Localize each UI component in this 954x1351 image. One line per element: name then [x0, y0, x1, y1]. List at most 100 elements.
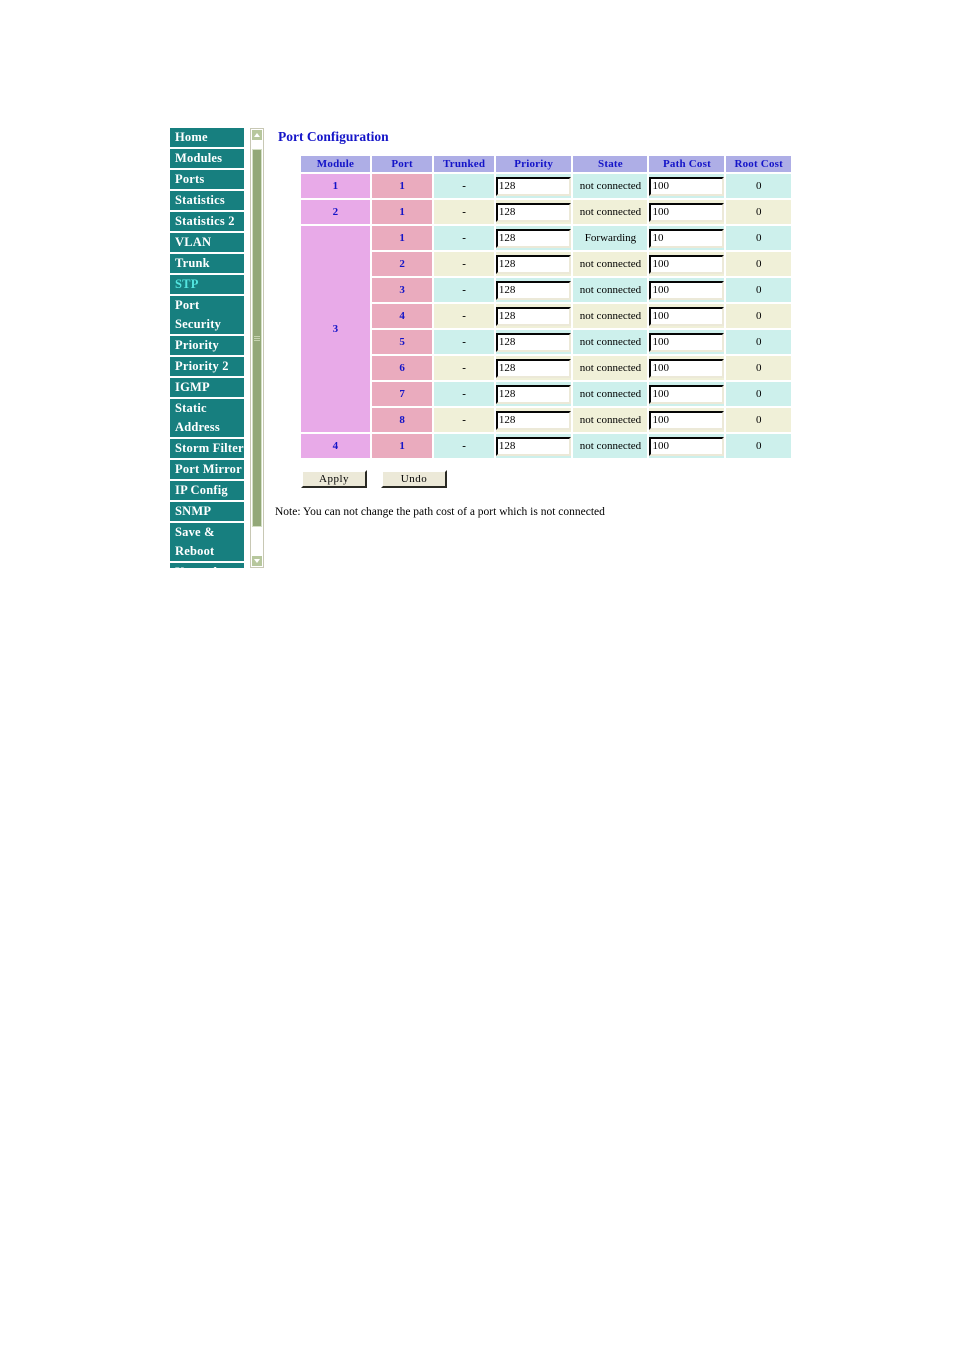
cell-port: 8	[371, 408, 433, 432]
path-cost-input[interactable]	[649, 176, 725, 196]
apply-button[interactable]: Apply	[301, 470, 367, 488]
priority-input[interactable]	[495, 254, 572, 274]
column-header-priority: Priority	[495, 156, 572, 172]
priority-input[interactable]	[495, 306, 572, 326]
sidebar: Home Modules Ports Statistics Statistics 2 VL…	[170, 128, 256, 568]
cell-root-cost: 0	[726, 200, 791, 224]
sidebar-item-save-reboot[interactable]: Save & Reboot	[170, 523, 244, 563]
cell-state: not connected	[573, 434, 648, 458]
undo-button[interactable]: Undo	[381, 470, 447, 488]
cell-port: 5	[371, 330, 433, 354]
cell-state: not connected	[573, 382, 648, 406]
sidebar-item-storm-filter[interactable]: Storm Filter	[170, 439, 244, 460]
cell-root-cost: 0	[726, 330, 791, 354]
cell-priority	[495, 200, 572, 224]
column-header-root-cost: Root Cost	[726, 156, 791, 172]
cell-path-cost	[649, 408, 725, 432]
sidebar-item-snmp[interactable]: SNMP	[170, 502, 244, 523]
sidebar-item-statistics-2[interactable]: Statistics 2	[170, 212, 244, 233]
cell-state: Forwarding	[573, 226, 648, 250]
sidebar-item-modules[interactable]: Modules	[170, 149, 244, 170]
sidebar-scrollbar[interactable]	[250, 128, 264, 568]
cell-port: 7	[371, 382, 433, 406]
cell-port: 4	[371, 304, 433, 328]
priority-input[interactable]	[495, 332, 572, 352]
cell-port: 1	[371, 174, 433, 198]
sidebar-item-static-address[interactable]: Static Address	[170, 399, 244, 439]
cell-priority	[495, 382, 572, 406]
column-header-module: Module	[301, 156, 370, 172]
table-row: 41- not connected 0	[301, 434, 791, 458]
sidebar-item-trunk[interactable]: Trunk	[170, 254, 244, 275]
cell-state: not connected	[573, 200, 648, 224]
page-title: Port Configuration	[278, 129, 389, 144]
sidebar-item-priority[interactable]: Priority	[170, 336, 244, 357]
cell-state: not connected	[573, 278, 648, 302]
cell-trunked: -	[434, 200, 494, 224]
sidebar-item-ports[interactable]: Ports	[170, 170, 244, 191]
cell-path-cost	[649, 382, 725, 406]
sidebar-item-home[interactable]: Home	[170, 128, 244, 149]
table-row: 11-not connected0	[301, 174, 791, 198]
sidebar-item-vlan[interactable]: VLAN	[170, 233, 244, 254]
priority-input[interactable]	[495, 228, 572, 248]
table-header-row: Module Port Trunked Priority State Path Cost R…	[301, 156, 791, 172]
priority-input[interactable]	[495, 202, 572, 222]
cell-trunked: -	[434, 356, 494, 380]
cell-state: not connected	[573, 408, 648, 432]
priority-input[interactable]	[495, 384, 572, 404]
table-row: 3- not connected 0	[301, 278, 791, 302]
path-cost-input[interactable]	[649, 410, 725, 430]
path-cost-input[interactable]	[649, 332, 725, 352]
path-cost-input[interactable]	[649, 280, 725, 300]
table-row: 2- not connected 0	[301, 252, 791, 276]
table-row: 6- not connected 0	[301, 356, 791, 380]
priority-input[interactable]	[495, 358, 572, 378]
cell-path-cost	[649, 252, 725, 276]
cell-root-cost: 0	[726, 382, 791, 406]
cell-port: 1	[371, 226, 433, 250]
scrollbar-down-button[interactable]	[251, 555, 263, 567]
cell-path-cost	[649, 330, 725, 354]
cell-trunked: -	[434, 408, 494, 432]
cell-port: 2	[371, 252, 433, 276]
cell-trunked: -	[434, 252, 494, 276]
cell-trunked: -	[434, 226, 494, 250]
cell-port: 3	[371, 278, 433, 302]
scrollbar-thumb[interactable]	[252, 149, 262, 527]
cell-module: 3	[301, 226, 370, 432]
scrollbar-up-button[interactable]	[251, 129, 263, 141]
sidebar-item-upgrade[interactable]: Upgrade	[170, 563, 244, 568]
table-row: 8- not connected 0	[301, 408, 791, 432]
sidebar-item-ip-config[interactable]: IP Config	[170, 481, 244, 502]
path-cost-input[interactable]	[649, 384, 725, 404]
path-cost-input[interactable]	[649, 436, 725, 456]
path-cost-input[interactable]	[649, 228, 725, 248]
priority-input[interactable]	[495, 280, 572, 300]
priority-input[interactable]	[495, 436, 572, 456]
sidebar-item-igmp[interactable]: IGMP	[170, 378, 244, 399]
path-cost-input[interactable]	[649, 306, 725, 326]
sidebar-nav-list: Home Modules Ports Statistics Statistics 2 VL…	[170, 128, 244, 568]
path-cost-input[interactable]	[649, 202, 725, 222]
chevron-down-icon	[254, 559, 260, 563]
cell-path-cost	[649, 278, 725, 302]
cell-root-cost: 0	[726, 408, 791, 432]
priority-input[interactable]	[495, 410, 572, 430]
sidebar-item-priority-2[interactable]: Priority 2	[170, 357, 244, 378]
sidebar-item-statistics[interactable]: Statistics	[170, 191, 244, 212]
cell-root-cost: 0	[726, 252, 791, 276]
cell-path-cost	[649, 226, 725, 250]
sidebar-item-stp[interactable]: STP	[170, 275, 244, 296]
cell-priority	[495, 408, 572, 432]
cell-trunked: -	[434, 304, 494, 328]
path-cost-input[interactable]	[649, 358, 725, 378]
table-row: 7- not connected 0	[301, 382, 791, 406]
sidebar-item-port-security[interactable]: Port Security	[170, 296, 244, 336]
cell-path-cost	[649, 174, 725, 198]
sidebar-item-port-mirror[interactable]: Port Mirror	[170, 460, 244, 481]
priority-input[interactable]	[495, 176, 572, 196]
path-cost-input[interactable]	[649, 254, 725, 274]
table-body: 11-not connected021-not connected031-For…	[301, 174, 791, 458]
cell-trunked: -	[434, 330, 494, 354]
